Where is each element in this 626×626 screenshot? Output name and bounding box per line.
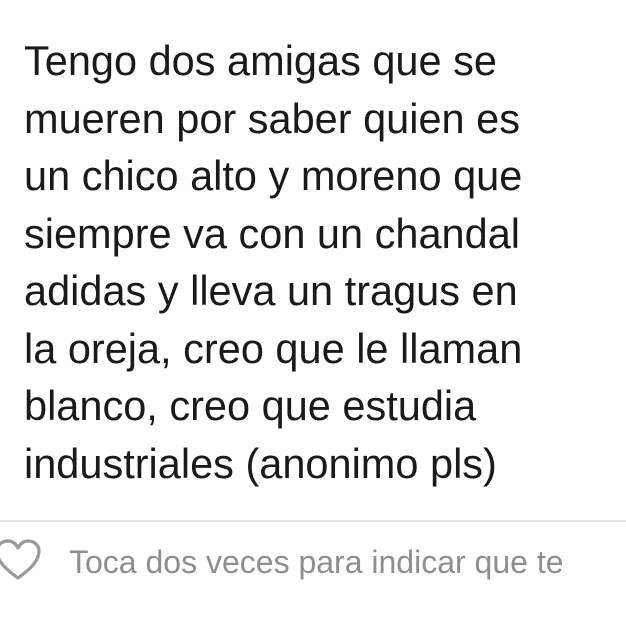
message-screen: Tengo dos amigas que se mueren por saber… (0, 0, 626, 626)
message-text: Tengo dos amigas que se mueren por saber… (24, 37, 523, 487)
message-footer: Toca dos veces para indicar que te (0, 534, 626, 594)
heart-icon[interactable] (0, 538, 42, 582)
double-tap-hint: Toca dos veces para indicar que te (69, 544, 564, 580)
